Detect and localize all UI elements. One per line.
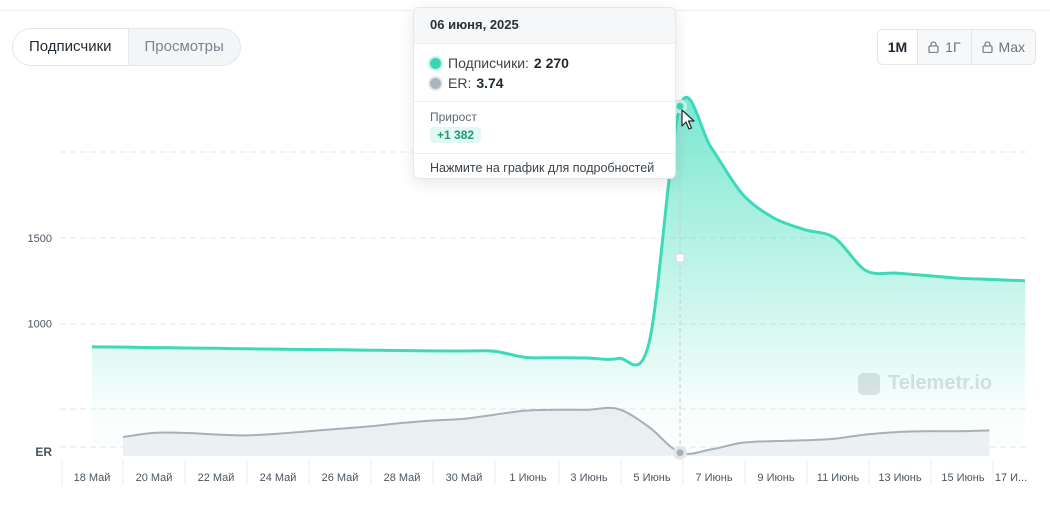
tooltip-subscribers-label: Подписчики:: [448, 55, 529, 71]
x-tick-label: 3 Июнь: [570, 472, 607, 484]
x-tick-label: 9 Июнь: [757, 472, 794, 484]
x-tick-label: 7 Июнь: [695, 472, 732, 484]
x-tick-label: 1 Июнь: [509, 472, 546, 484]
tooltip-er-value: 3.74: [476, 75, 504, 91]
x-tick-label: 22 Май: [198, 472, 235, 484]
x-tick-label: 28 Май: [384, 472, 421, 484]
x-tick-label: 13 Июнь: [878, 472, 922, 484]
tooltip-subscribers-row: Подписчики: 2 270: [430, 53, 659, 73]
watermark-text: Telemetr.io: [888, 372, 993, 394]
tooltip-er-label: ER:: [448, 75, 472, 91]
x-tick-label: 30 Май: [446, 472, 483, 484]
mouse-cursor-icon: [681, 109, 695, 130]
tooltip-date: 06 июня, 2025: [414, 8, 675, 44]
x-tick-label: 20 Май: [136, 472, 173, 484]
tooltip-growth-badge: +1 382: [430, 127, 482, 143]
tooltip-growth: Прирост +1 382: [414, 102, 675, 154]
y-tick-label: 1000: [28, 319, 52, 331]
tooltip-hint: Нажмите на график для подробностей: [430, 161, 655, 175]
x-tick-label: 11 Июнь: [817, 472, 860, 484]
x-tick-label: 26 Май: [322, 472, 359, 484]
er-point: [676, 449, 684, 457]
subscribers-dot-icon: [430, 57, 441, 69]
tooltip-er-row: ER: 3.74: [430, 73, 659, 93]
x-tick-label: 5 Июнь: [633, 472, 670, 484]
watermark-logo-icon: [858, 372, 880, 395]
chart-tooltip: 06 июня, 2025 Подписчики: 2 270 ER: 3.74…: [413, 7, 676, 179]
x-tick-label: 24 Май: [260, 472, 297, 484]
er-axis-label: ER: [35, 445, 52, 459]
watermark: Telemetr.io: [858, 372, 992, 395]
x-tick-label: 18 Май: [74, 472, 111, 484]
y-tick-label: 1500: [28, 233, 52, 245]
crosshair-handle: [675, 253, 685, 263]
x-tick-label: 17 И...: [995, 472, 1027, 484]
tooltip-subscribers-value: 2 270: [533, 55, 569, 71]
tooltip-values: Подписчики: 2 270 ER: 3.74: [414, 44, 675, 102]
er-dot-icon: [430, 77, 441, 89]
x-tick-label: 15 Июнь: [941, 472, 985, 484]
tooltip-growth-label: Прирост: [430, 110, 477, 124]
